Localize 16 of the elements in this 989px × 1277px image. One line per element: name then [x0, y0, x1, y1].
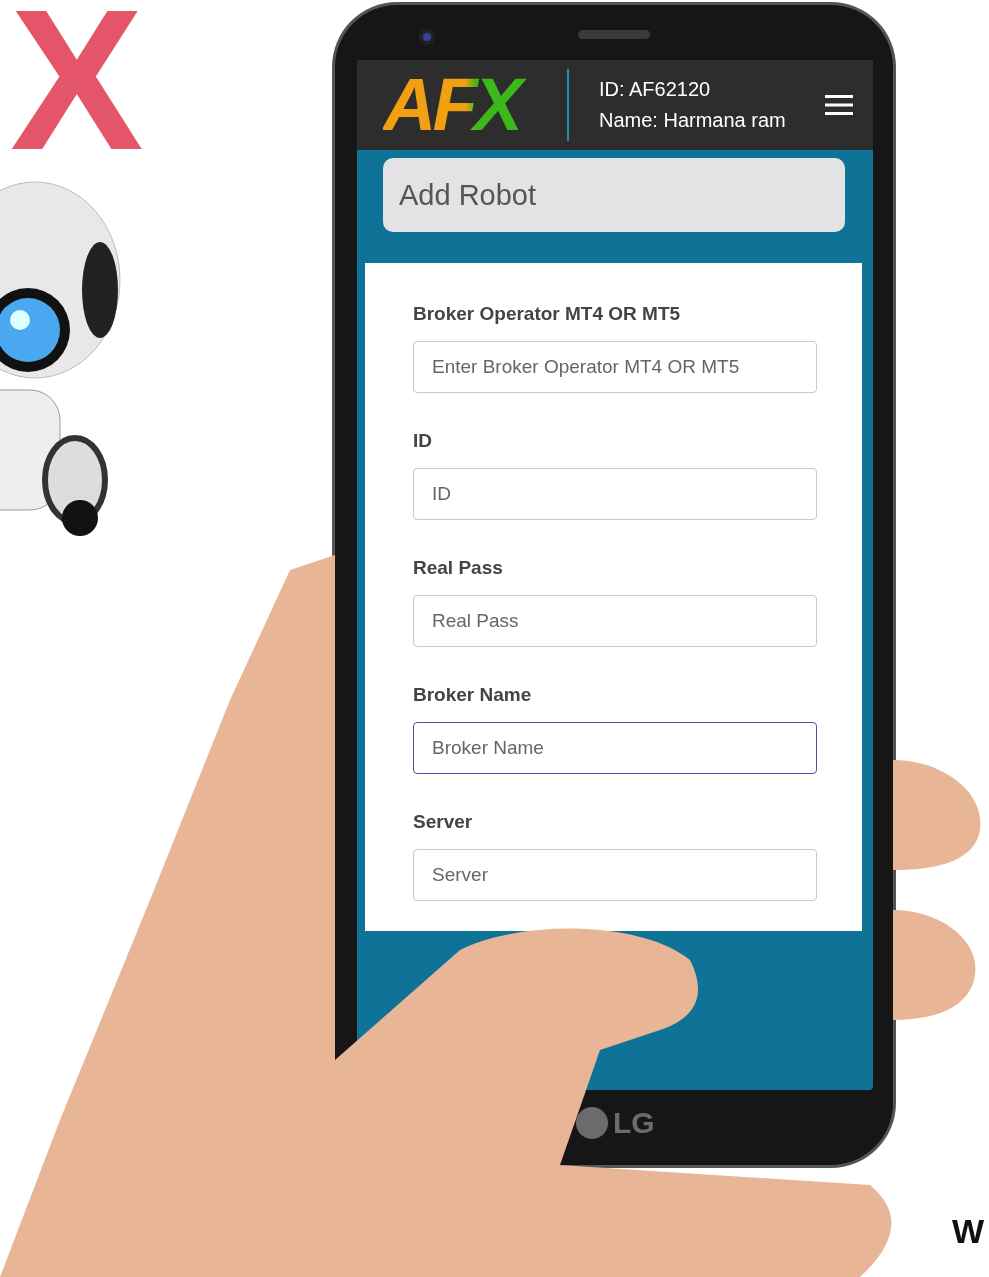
field-label: Server — [413, 811, 474, 833]
menu-icon[interactable] — [825, 94, 853, 116]
user-name: Name: Harmana ram — [599, 109, 787, 132]
speaker-grille — [578, 30, 650, 39]
corner-letter: W — [952, 1212, 985, 1251]
field-label: Broker Operator MT4 OR MT5 — [413, 303, 682, 325]
brand-name: LG — [613, 1106, 655, 1140]
logo-letter: X — [10, 0, 144, 180]
brand-icon — [575, 1106, 609, 1140]
user-id: ID: AF62120 — [599, 78, 712, 101]
input-field[interactable]: Broker Name — [413, 722, 817, 774]
camera-icon — [418, 28, 436, 46]
field-label: Broker Name — [413, 684, 533, 706]
field-label: ID — [413, 430, 433, 452]
page-title: Add Robot — [399, 178, 537, 212]
field-label: Real Pass — [413, 557, 504, 579]
